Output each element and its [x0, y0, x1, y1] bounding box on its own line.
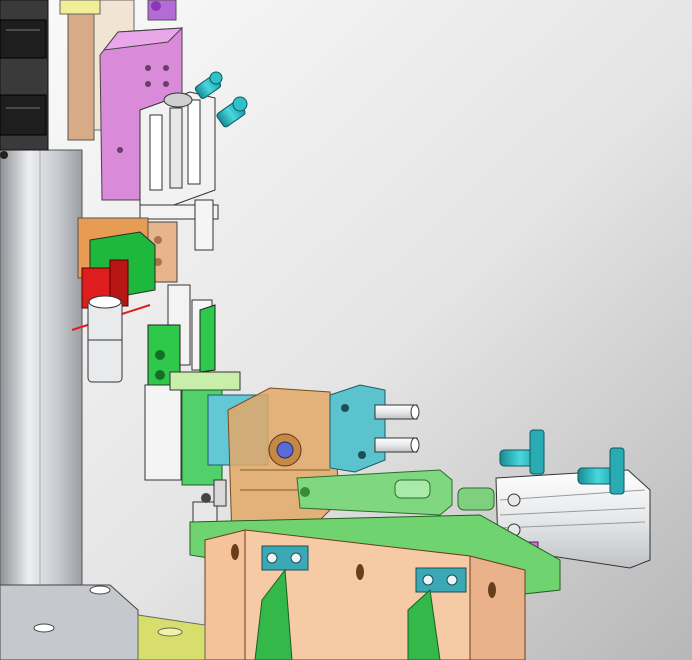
vial-part	[87, 295, 123, 383]
cad-viewport	[0, 0, 692, 660]
linear-rail-icon	[0, 0, 49, 159]
green-link-arm	[296, 469, 453, 516]
cad-render-scene	[0, 0, 692, 660]
translucent-housing	[227, 387, 341, 541]
vertical-column	[0, 149, 83, 621]
column-base-flange	[0, 584, 139, 660]
